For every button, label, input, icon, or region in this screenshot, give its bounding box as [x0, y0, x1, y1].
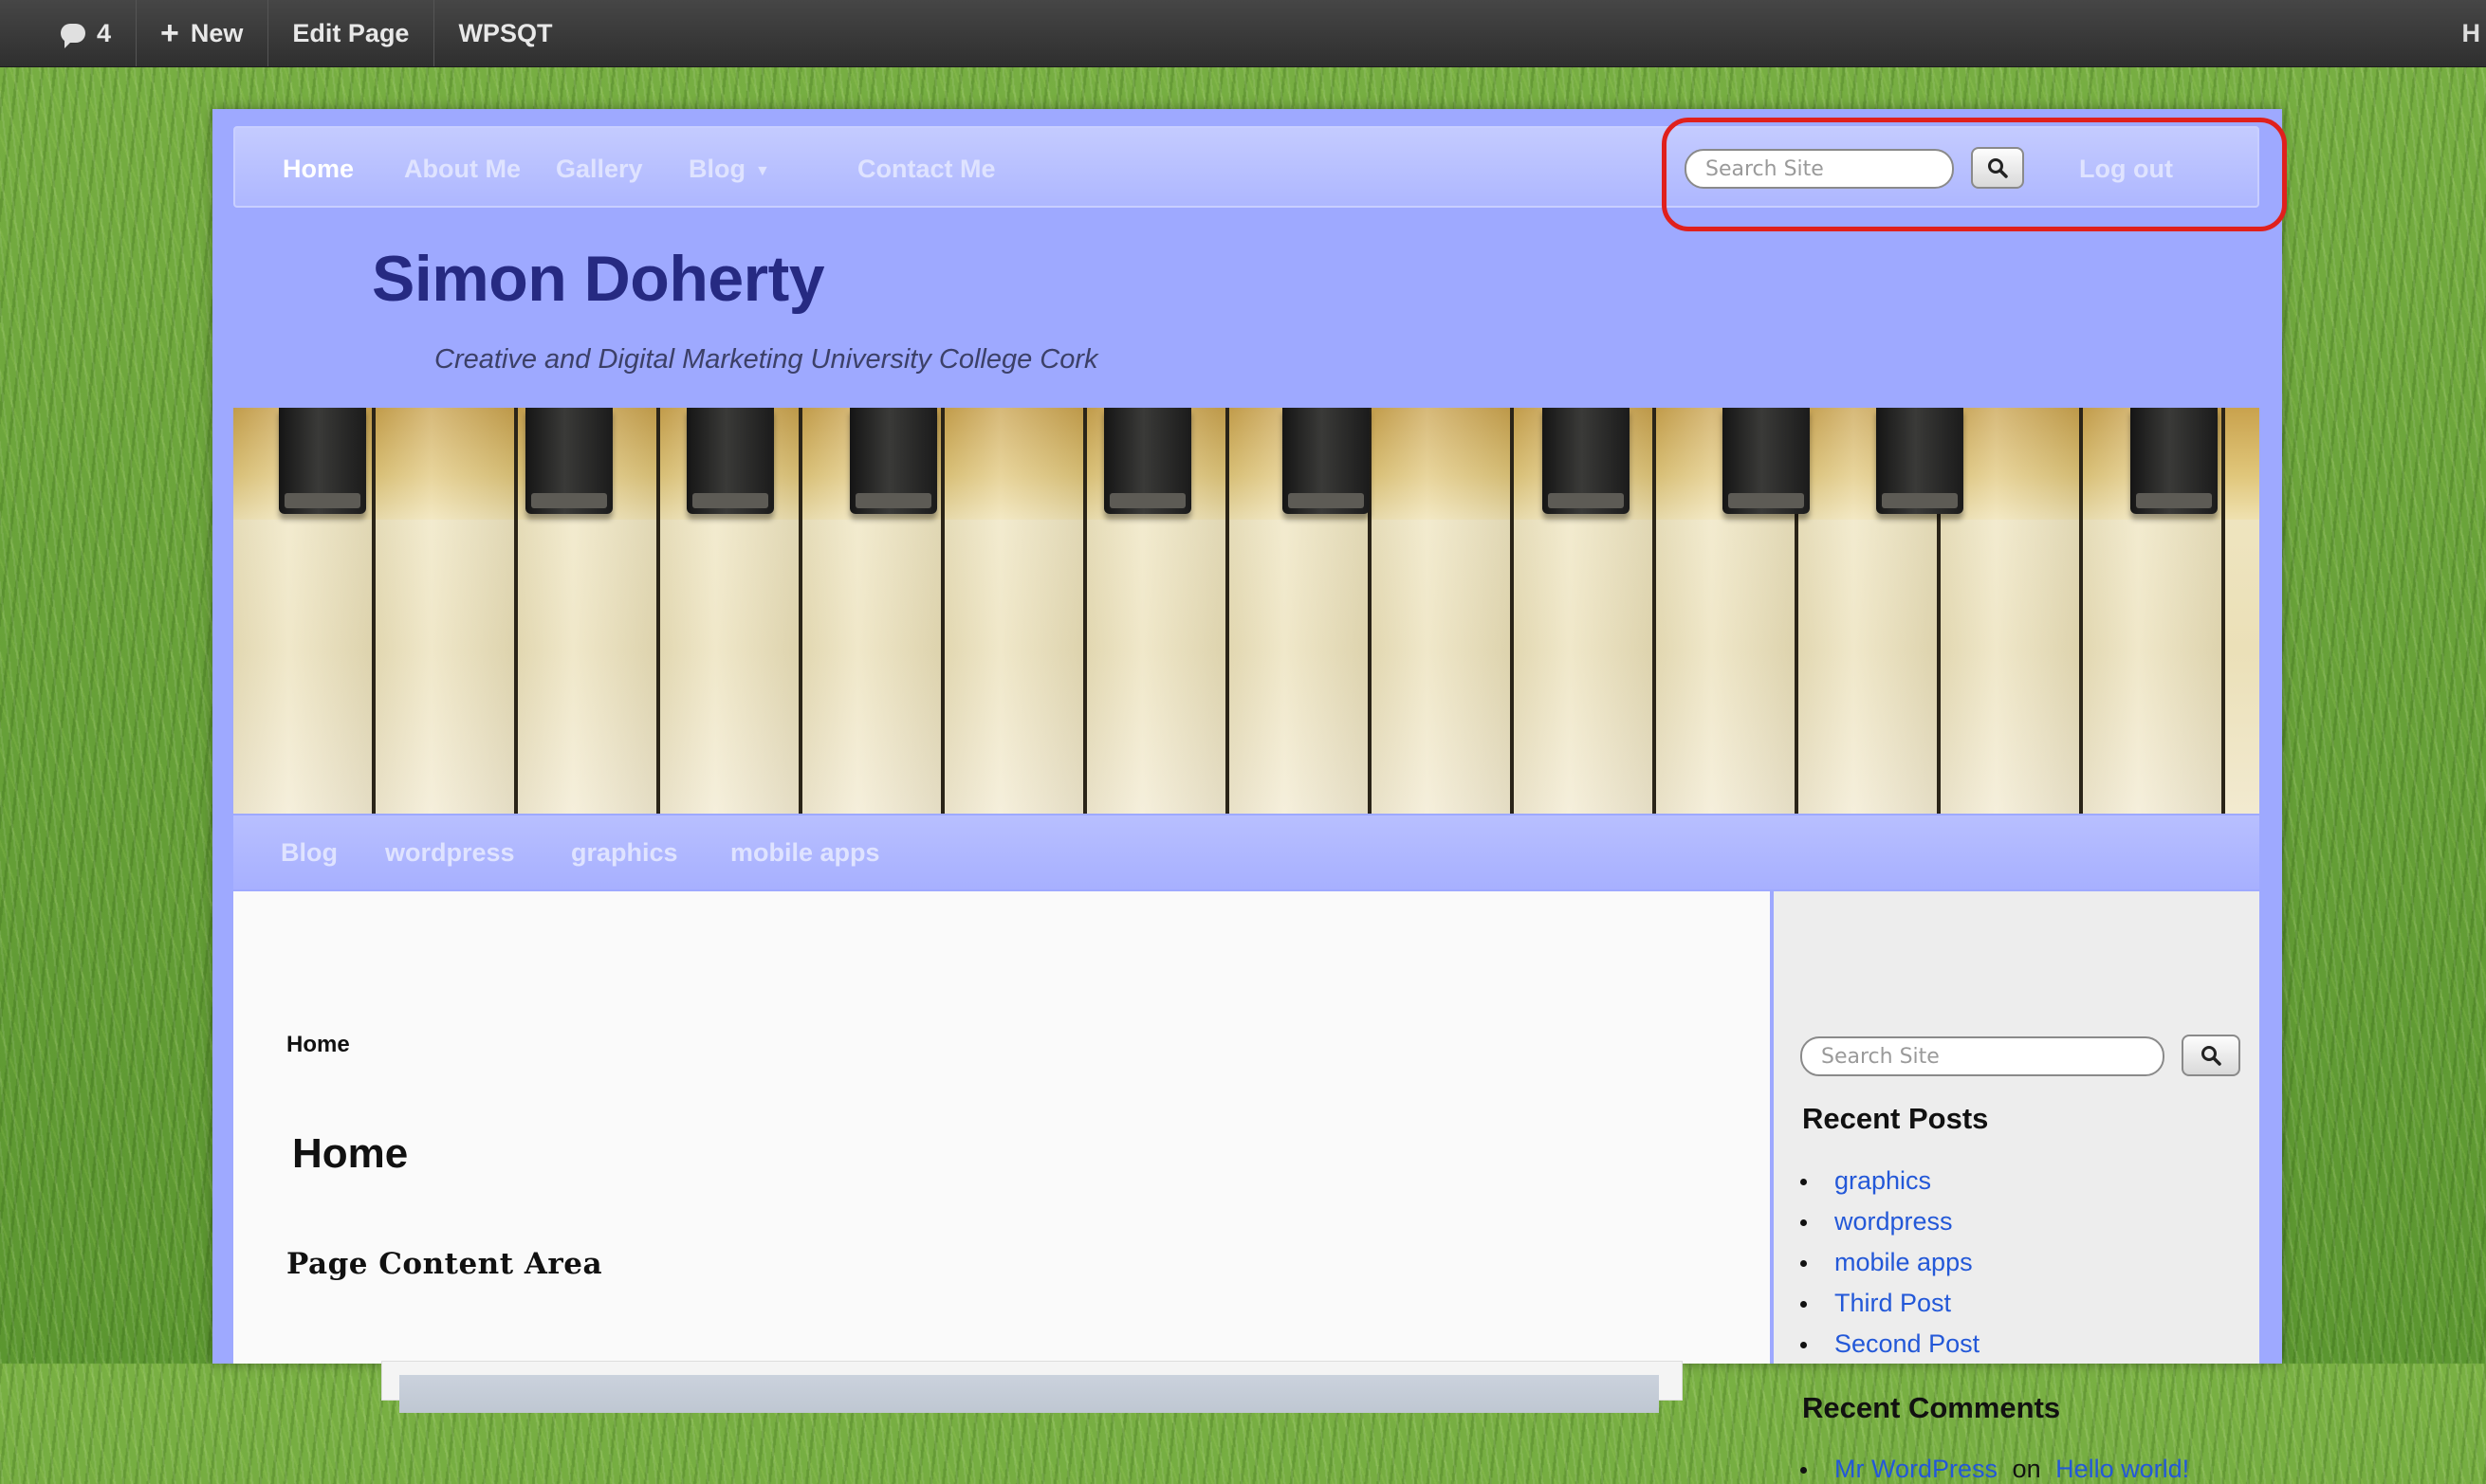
site-description: Creative and Digital Marketing Universit… — [434, 344, 1098, 376]
main-content: Home Home Page Content Area — [233, 891, 1770, 1364]
category-item-graphics[interactable]: graphics — [571, 815, 678, 889]
sidebar-search-placeholder: Search Site — [1821, 1045, 1940, 1069]
list-item[interactable]: wordpress — [1802, 1207, 1953, 1237]
recent-comments-title: Recent Comments — [1802, 1391, 2060, 1425]
nav-item-contact-me[interactable]: Contact Me — [857, 128, 996, 210]
admin-new-button[interactable]: + New — [136, 0, 267, 66]
site-title[interactable]: Simon Doherty — [372, 242, 824, 316]
comments-count: 4 — [97, 19, 111, 48]
list-item: Mr WordPress on Hello world! — [1802, 1455, 2189, 1484]
edit-page-label: Edit Page — [292, 19, 409, 48]
content-heading: Page Content Area — [286, 1247, 602, 1281]
category-item-wordpress[interactable]: wordpress — [385, 815, 515, 889]
comment-post-link[interactable]: Hello world! — [2055, 1455, 2189, 1483]
admin-bar: 4 + New Edit Page WPSQT H — [0, 0, 2486, 67]
comment-bubble-icon — [61, 24, 85, 43]
sidebar-search-input[interactable]: Search Site — [1800, 1036, 2164, 1076]
category-nav: Blog wordpress graphics mobile apps — [233, 815, 2259, 889]
admin-edit-page-button[interactable]: Edit Page — [267, 0, 433, 66]
sidebar: Search Site Recent Posts graphics wordpr… — [1774, 891, 2259, 1364]
admin-account-link[interactable]: H — [2457, 0, 2486, 66]
nav-item-about-me[interactable]: About Me — [404, 128, 521, 210]
comment-connector: on — [2013, 1455, 2041, 1483]
site-wrapper: Home About Me Gallery Blog ▼ Contact Me S… — [212, 109, 2282, 1364]
list-item[interactable]: mobile apps — [1802, 1248, 1973, 1277]
admin-comments-button[interactable]: 4 — [0, 0, 136, 66]
category-item-mobile-apps[interactable]: mobile apps — [730, 815, 880, 889]
sidebar-search-button[interactable] — [2182, 1035, 2240, 1076]
nav-item-blog-label: Blog — [689, 155, 746, 183]
page-title: Home — [292, 1130, 408, 1178]
nav-item-gallery[interactable]: Gallery — [556, 128, 643, 210]
highlight-ring — [1662, 118, 2287, 231]
chevron-down-icon: ▼ — [755, 163, 770, 179]
nav-item-home[interactable]: Home — [283, 128, 354, 210]
site-name-label: WPSQT — [458, 19, 552, 48]
search-icon — [2200, 1044, 2222, 1067]
header-image — [233, 408, 2259, 814]
list-item[interactable]: graphics — [1802, 1166, 1931, 1196]
admin-account-label: H — [2462, 19, 2481, 48]
category-item-blog[interactable]: Blog — [281, 815, 338, 889]
plus-icon: + — [160, 17, 179, 49]
content-image — [381, 1361, 1683, 1401]
breadcrumb[interactable]: Home — [286, 1032, 350, 1058]
list-item[interactable]: Second Post — [1802, 1329, 1980, 1359]
admin-site-name-link[interactable]: WPSQT — [433, 0, 577, 66]
nav-item-blog[interactable]: Blog ▼ — [689, 128, 770, 210]
recent-posts-title: Recent Posts — [1802, 1102, 1988, 1136]
new-label: New — [191, 19, 244, 48]
list-item[interactable]: Third Post — [1802, 1289, 1951, 1318]
comment-author-link[interactable]: Mr WordPress — [1834, 1455, 1998, 1483]
